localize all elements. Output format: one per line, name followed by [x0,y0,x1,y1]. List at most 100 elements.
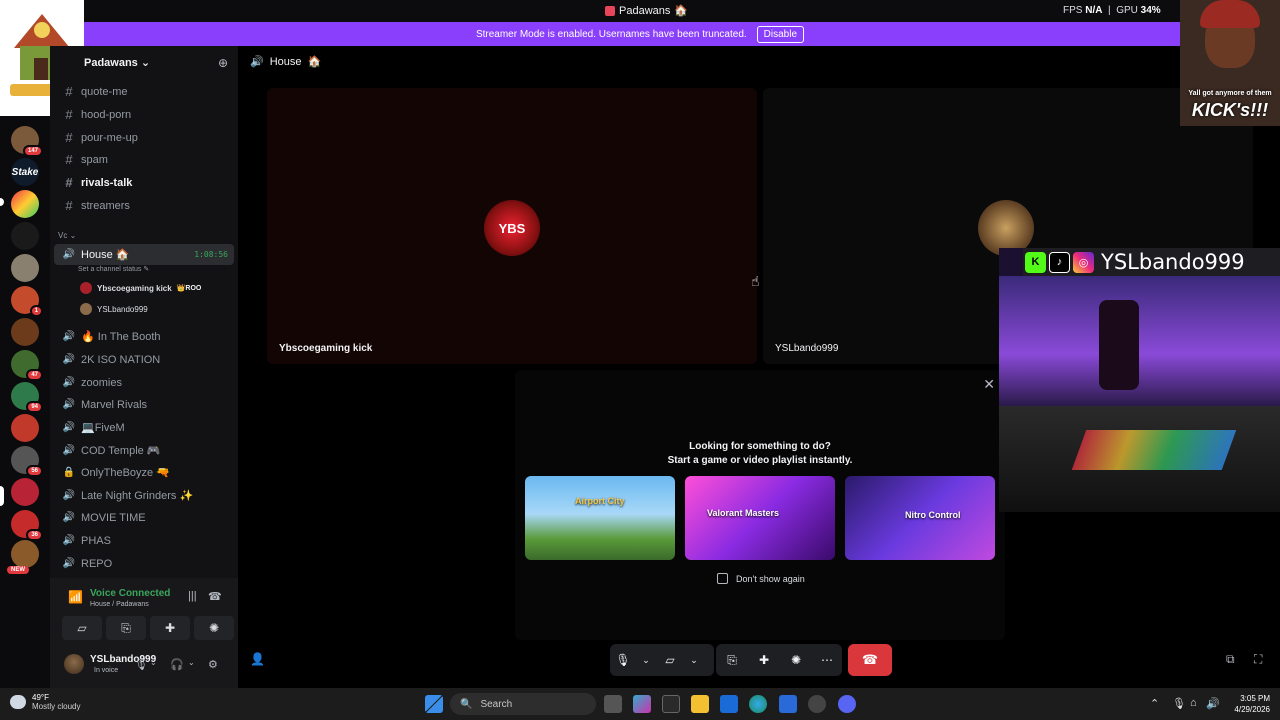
voice-channel[interactable]: 🔊 REPO [54,553,234,574]
dont-show-again-checkbox[interactable]: Don't show again [717,573,805,584]
voice-channel[interactable]: 🔊 MOVIE TIME [54,507,234,528]
unread-badge: 1 [29,305,43,317]
hash-icon: # [65,130,73,145]
speaker-icon: 🔊 [62,249,76,260]
invite-icon[interactable]: ⊕ [218,56,228,70]
server-stake[interactable]: Stake [11,158,39,186]
server-icon[interactable]: 56 [11,446,43,477]
server-icon[interactable] [11,222,39,250]
network-icon[interactable]: ⌂ [1190,697,1197,709]
voice-channel-house[interactable]: 🔊 House 🏠 1:08:56 [54,244,234,265]
steam-icon[interactable] [808,695,826,713]
server-icon[interactable]: 94 [11,382,43,413]
activities-button[interactable]: ✚ [150,616,190,640]
server-icon[interactable] [11,254,39,282]
server-icon[interactable]: 36 [11,510,43,541]
participant-name: Ybscoegaming kick [279,343,373,354]
microphone-icon[interactable]: 🎙 [1172,697,1186,710]
disable-streamer-mode-button[interactable]: Disable [756,25,805,43]
edge-icon[interactable] [749,695,767,713]
gear-icon[interactable]: ⚙ [208,658,218,671]
checkbox[interactable] [717,573,728,584]
outlook-icon[interactable] [779,695,797,713]
close-icon[interactable]: ✕ [983,376,995,393]
popout-icon[interactable]: ⧉ [1226,652,1235,667]
unread-pill [0,198,4,206]
chevron-down-icon[interactable]: ⌄ [636,644,656,676]
server-icon[interactable] [11,478,39,506]
activity-card-airport-city[interactable]: Airport City [525,476,675,560]
server-icon[interactable] [11,414,39,442]
noise-suppression-icon[interactable]: ||| [188,590,197,602]
voice-channel[interactable]: 🔊 zoomies [54,372,234,393]
channel-status[interactable]: Set a channel status ✎ [78,265,149,273]
voice-channel[interactable]: 🔊 🔥 In The Booth [54,326,234,347]
channel-pour-me-up[interactable]: # pour-me-up [54,127,234,148]
copilot-icon[interactable] [633,695,651,713]
voice-user[interactable]: Ybscoegaming kick 👑ROO [80,280,201,296]
speaker-icon: 🔊 [62,331,76,342]
voice-channel[interactable]: 🔊 COD Temple 🎮 [54,440,234,461]
signal-icon[interactable]: 📶 [68,590,83,604]
volume-icon[interactable]: 🔊 [1206,697,1220,710]
category-vc[interactable]: Vc ⌄ [58,231,76,240]
voice-channel[interactable]: 🔊 PHAS [54,530,234,551]
chevron-down-icon[interactable]: ⌄ [188,658,195,667]
channel-rivals-talk[interactable]: # rivals-talk [54,172,234,193]
soundboard-button[interactable]: ✺ [194,616,234,640]
voice-channel[interactable]: 🔊 Late Night Grinders ✨ [54,485,234,506]
guild-name[interactable]: Padawans ⌄ [84,56,150,69]
gaming-chair [1099,300,1139,390]
discord-icon[interactable] [838,695,856,713]
streamer-mode-banner: Streamer Mode is enabled. Usernames have… [0,22,1280,46]
channel-spam[interactable]: # spam [54,149,234,170]
server-icon[interactable]: NEW [7,540,39,574]
headphones-icon[interactable]: 🎧 [170,658,184,671]
weather-widget[interactable]: 49°F Mostly cloudy [10,693,80,711]
server-icon[interactable] [11,190,39,218]
soundboard-icon[interactable]: ✺ [780,644,812,676]
voice-connected-title[interactable]: Voice Connected [90,588,170,599]
voice-connected-subtitle[interactable]: House / Padawans [90,601,149,608]
chevron-down-icon[interactable]: ⌄ [684,644,704,676]
rocket-icon[interactable]: ✚ [748,644,780,676]
store-icon[interactable] [662,695,680,713]
mail-icon[interactable] [720,695,738,713]
unread-badge: 47 [26,369,43,381]
more-icon[interactable]: ⋯ [812,644,842,676]
disconnect-icon[interactable]: ☎ [208,590,222,603]
video-off-button[interactable]: ▱ [62,616,102,640]
voice-channel[interactable]: 🔊 💻 FiveM [54,417,234,438]
server-icon[interactable]: 47 [11,350,43,381]
fullscreen-icon[interactable]: ⛶ [1254,652,1262,667]
voice-channel[interactable]: 🔊 Marvel Rivals [54,394,234,415]
camera-off-icon[interactable]: ▱ [656,644,684,676]
voice-channel[interactable]: 🔒 OnlyTheBoyze 🔫 [54,462,234,483]
share-screen-button[interactable]: ⎘ [106,616,146,640]
task-view-icon[interactable] [604,695,622,713]
avatar[interactable] [64,654,84,674]
screen-share-icon[interactable]: ⎘ [716,644,748,676]
file-explorer-icon[interactable] [691,695,709,713]
microphone-icon[interactable]: 🎙 [610,644,636,676]
house-icon: 🏠 [674,5,689,17]
taskbar-search[interactable]: 🔍 Search [450,693,596,715]
chevron-up-icon[interactable]: ⌃ [1150,697,1159,710]
server-icon[interactable] [11,318,39,346]
server-icon[interactable]: 147 [11,126,43,157]
windows-start-icon[interactable] [425,695,443,713]
channel-streamers[interactable]: # streamers [54,195,234,216]
channel-hood-porn[interactable]: # hood-porn [54,104,234,125]
participant-tile[interactable]: YBS Ybscoegaming kick [267,88,757,364]
activity-card-valorant-masters[interactable]: Valorant Masters [685,476,835,560]
voice-user[interactable]: YSLbando999 [80,301,148,317]
chevron-down-icon[interactable]: ⌄ [150,658,157,667]
activity-card-nitro-control[interactable]: Nitro Control [845,476,995,560]
taskbar-clock[interactable]: 3:05 PM 4/29/2026 [1222,693,1270,715]
add-user-icon[interactable]: 👤 [250,652,265,666]
voice-channel[interactable]: 🔊 2K ISO NATION [54,349,234,370]
channel-quote-me[interactable]: # quote-me [54,81,234,102]
disconnect-button[interactable]: ☎ [848,644,892,676]
server-icon[interactable]: 1 [11,286,43,317]
microphone-icon[interactable]: 🎙 [134,658,148,671]
